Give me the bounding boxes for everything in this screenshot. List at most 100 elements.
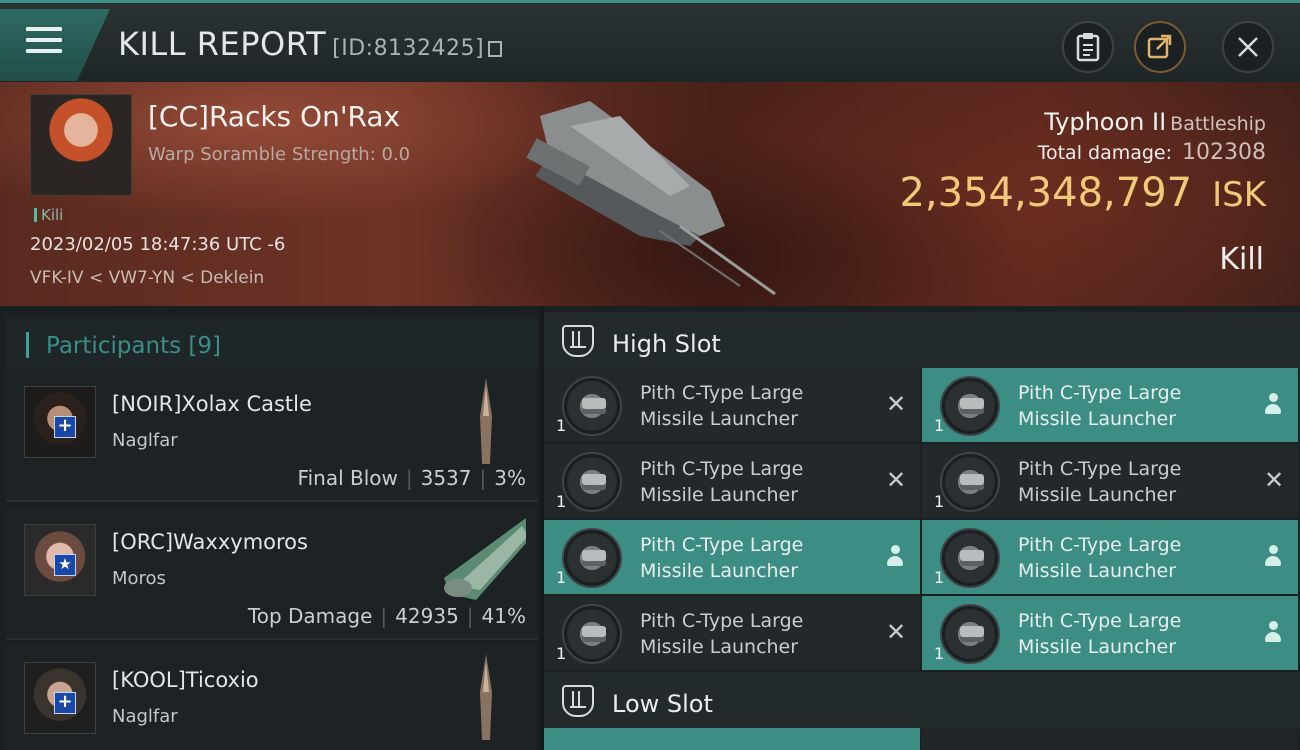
participants-header[interactable]: Participants [9] (6, 316, 538, 372)
participant-stats: Top Damage | 42935 | 41% (247, 604, 526, 628)
participant-ship-image (480, 654, 492, 740)
close-button[interactable] (1222, 21, 1274, 73)
participant-ship-image (444, 518, 526, 600)
module-quantity: 1 (556, 492, 567, 511)
dropped-icon (1264, 621, 1282, 643)
missile-launcher-icon (940, 452, 1000, 512)
isk-unit: ISK (1212, 175, 1266, 215)
isk-value: 2,354,348,797 (899, 170, 1193, 216)
low-slot-icon (562, 685, 594, 717)
module-name-line2: Missile Launcher (640, 408, 799, 430)
dropped-icon (886, 545, 904, 567)
participant-badge-icon: + (54, 416, 76, 438)
missile-launcher-icon (940, 528, 1000, 588)
close-icon (1238, 37, 1258, 57)
low-slot-title: Low Slot (612, 690, 713, 718)
module-quantity: 1 (556, 644, 567, 663)
isk-value-line: 2,354,348,797 ISK (899, 170, 1266, 216)
module-name: Pith C-Type Large Missile Launcher (1018, 608, 1248, 660)
participant-ship: Moros (112, 568, 166, 589)
module-name: Pith C-Type Large Missile Launcher (640, 456, 870, 508)
participant-badge-icon: + (54, 692, 76, 714)
module-quantity: 1 (934, 644, 945, 663)
participant-stats: Final Blow | 3537 | 3% (297, 466, 526, 490)
module-quantity: 1 (934, 568, 945, 587)
module-slot[interactable]: 1 Pith C-Type Large Missile Launcher (922, 520, 1298, 594)
share-button[interactable] (1134, 21, 1186, 73)
module-name: Pith C-Type Large Missile Launcher (1018, 532, 1248, 584)
copy-icon[interactable] (488, 41, 503, 57)
participant-ship-image (480, 378, 492, 464)
participant-name: [KOOL]Ticoxio (112, 668, 259, 692)
report-id: [ID:8132425] (332, 36, 485, 61)
participants-title: Participants [9] (46, 333, 221, 359)
kill-tag: Kili (34, 206, 63, 224)
victim-portrait[interactable] (30, 94, 132, 196)
participant-row[interactable]: ★ [ORC]Waxxymoros Moros Top Damage | 42935… (6, 506, 538, 640)
ship-class: Battleship (1170, 113, 1266, 135)
hamburger-menu-icon[interactable] (26, 27, 62, 53)
module-name-line1: Pith C-Type Large (640, 382, 804, 404)
kill-result: Kill (1219, 242, 1264, 277)
module-slot[interactable]: 1 Pith C-Type Large Missile Launcher (922, 368, 1298, 442)
module-name-line2: Missile Launcher (1018, 408, 1177, 430)
clipboard-button[interactable] (1062, 21, 1114, 73)
module-name-line1: Pith C-Type Large (1018, 610, 1182, 632)
low-slot-module-partial[interactable] (544, 728, 920, 750)
module-slot[interactable]: 1 Pith C-Type Large Missile Launcher (544, 520, 920, 594)
module-name-line1: Pith C-Type Large (640, 458, 804, 480)
ship-type[interactable]: Typhoon II Battleship (1044, 108, 1266, 136)
module-name-line1: Pith C-Type Large (1018, 382, 1182, 404)
participant-ship: Naglfar (112, 706, 178, 727)
participant-damage: 42935 (395, 604, 459, 628)
participant-row[interactable]: + [KOOL]Ticoxio Naglfar (6, 644, 538, 750)
module-name-line1: Pith C-Type Large (1018, 534, 1182, 556)
participants-panel: Participants [9] + [NOIR]Xolax Castle Na… (0, 306, 540, 750)
module-name: Pith C-Type Large Missile Launcher (640, 380, 870, 432)
share-icon (1147, 34, 1172, 59)
total-damage: Total damage: 102308 (1038, 140, 1266, 165)
page-title-text: KILL REPORT (118, 25, 327, 63)
missile-launcher-icon (562, 452, 622, 512)
dropped-icon (1264, 393, 1282, 415)
destroyed-icon: ✕ (885, 466, 907, 494)
module-quantity: 1 (556, 416, 567, 435)
participant-row[interactable]: + [NOIR]Xolax Castle Naglfar Final Blow |… (6, 368, 538, 502)
module-slot[interactable]: 1 Pith C-Type Large Missile Launcher ✕ (544, 596, 920, 670)
participant-name: [ORC]Waxxymoros (112, 530, 308, 554)
fitting-panel: High Slot 1 Pith C-Type Large Missile Laun… (544, 306, 1300, 750)
kill-location: VFK-IV < VW7-YN < Deklein (30, 268, 265, 288)
kill-date: 2023/02/05 18:47:36 UTC -6 (30, 234, 286, 255)
module-quantity: 1 (934, 416, 945, 435)
missile-launcher-icon (940, 604, 1000, 664)
destroyed-icon: ✕ (1263, 466, 1285, 494)
module-slot[interactable]: 1 Pith C-Type Large Missile Launcher ✕ (544, 444, 920, 518)
victim-name[interactable]: [CC]Racks On'Rax (148, 100, 400, 133)
destroyed-icon: ✕ (885, 618, 907, 646)
module-name: Pith C-Type Large Missile Launcher (640, 532, 870, 584)
module-slot[interactable]: 1 Pith C-Type Large Missile Launcher ✕ (544, 368, 920, 442)
module-quantity: 1 (556, 568, 567, 587)
missile-launcher-icon (940, 376, 1000, 436)
module-slot[interactable]: 1 Pith C-Type Large Missile Launcher (922, 596, 1298, 670)
module-quantity: 1 (934, 492, 945, 511)
module-name-line1: Pith C-Type Large (1018, 458, 1182, 480)
kill-banner: [CC]Racks On'Rax Warp Soramble Strength:… (0, 82, 1300, 306)
participant-badge-icon: ★ (54, 554, 76, 576)
module-name-line2: Missile Launcher (1018, 560, 1177, 582)
module-name: Pith C-Type Large Missile Launcher (640, 608, 870, 660)
missile-launcher-icon (562, 376, 622, 436)
participant-damage: 3537 (420, 466, 472, 490)
module-slot[interactable]: 1 Pith C-Type Large Missile Launcher ✕ (922, 444, 1298, 518)
participant-name: [NOIR]Xolax Castle (112, 392, 312, 416)
low-slot-module-partial[interactable] (922, 728, 1298, 750)
module-name-line1: Pith C-Type Large (640, 534, 804, 556)
low-slot-header: Low Slot (544, 672, 1300, 730)
participant-damage-percent: 41% (481, 604, 526, 628)
module-name-line1: Pith C-Type Large (640, 610, 804, 632)
participant-stat-label: Final Blow (297, 466, 398, 490)
module-name-line2: Missile Launcher (640, 560, 799, 582)
ship-name: Typhoon II (1044, 108, 1167, 136)
module-name: Pith C-Type Large Missile Launcher (1018, 380, 1248, 432)
module-name-line2: Missile Launcher (640, 636, 799, 658)
